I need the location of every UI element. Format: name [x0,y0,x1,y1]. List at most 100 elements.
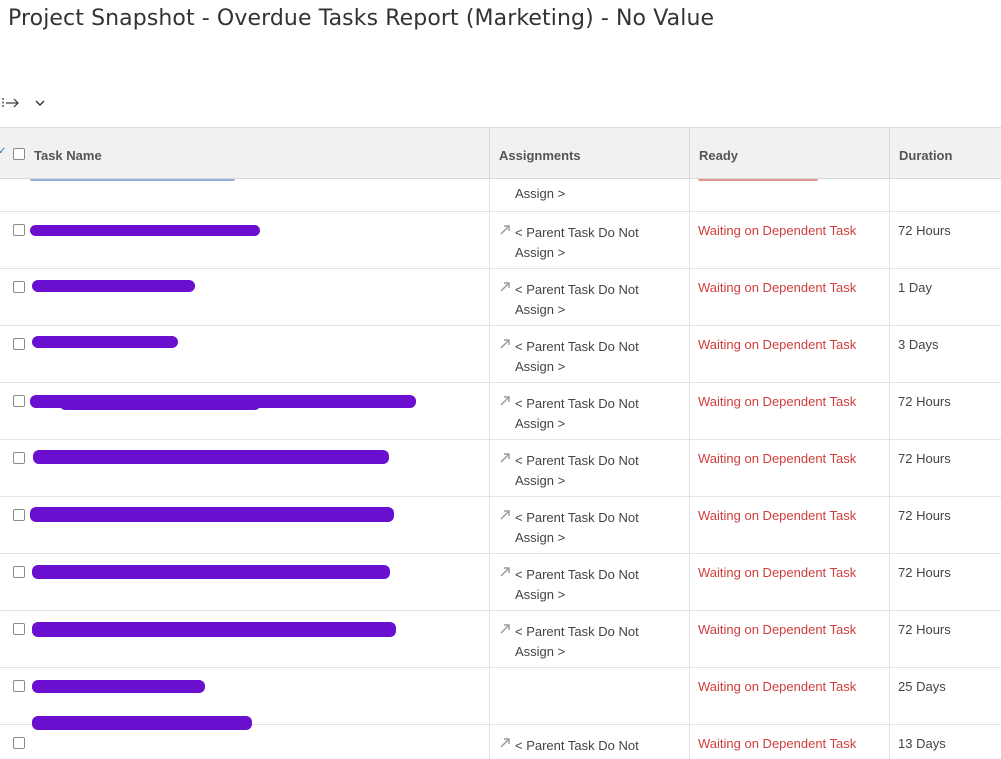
ready-status: Waiting on Dependent Task [698,451,857,466]
table-row[interactable]: Comment< Parent Task Do NotAssign >Waiti… [0,383,1001,440]
duration-value[interactable]: 72 Hours [898,394,951,409]
redaction-mark [32,565,390,579]
assign-arrow-icon [499,395,511,410]
row-checkbox[interactable] [13,395,25,407]
redaction-mark [30,225,260,236]
table-row[interactable]: < Parent Task Do Not Assign > Waiting on D… [0,326,1001,383]
duration-value[interactable]: 72 Hours [898,223,951,238]
column-header-assignments[interactable]: Assignments [489,128,689,179]
redaction-mark [32,280,195,292]
redaction-mark [33,450,389,464]
assignment-line-1: < Parent Task Do Not [515,396,639,411]
page-title: Project Snapshot - Overdue Tasks Report … [8,6,715,31]
row-checkbox[interactable] [13,281,25,293]
expand-checkmark-icon[interactable]: ✓ [0,146,6,157]
chevron-down-icon[interactable] [34,95,46,116]
redaction-mark [30,507,394,522]
row-checkbox[interactable] [13,623,25,635]
assignment-text[interactable]: < Parent Task Do Not Assign > [515,394,665,434]
assignment-line-1: < Parent Task Do Not [515,567,639,582]
toolbar [0,92,80,120]
assignment-text[interactable]: < Parent Task Do Not Assign > [515,280,665,320]
column-header-ready[interactable]: Ready [689,128,889,179]
assign-arrow-icon [499,452,511,467]
row-checkbox[interactable] [13,680,25,692]
assignment-line-2: Assign > [515,530,566,545]
row-checkbox[interactable] [13,566,25,578]
assignment-text[interactable]: < Parent Task Do Not Assign > [515,337,665,377]
row-checkbox[interactable] [13,452,25,464]
row-checkbox[interactable] [13,737,25,749]
table-row[interactable]: and< Parent Task Do NotAssign >Waiting o… [0,269,1001,326]
ready-status: Waiting on Dependent Task [698,280,857,295]
ready-status: Waiting on Dependent Task [698,337,857,352]
assignment-text[interactable]: < Parent Task Do Not Assign > [515,622,665,662]
duration-value[interactable]: 72 Hours [898,565,951,580]
table-row[interactable]: < Parent Task Do Not Assign > Waiting on D… [0,497,1001,554]
assignment-text: Assign > [515,186,566,201]
table-row[interactable]: < Parent Task Do NotAssign > Waiting on D… [0,725,1001,759]
assign-arrow-icon [499,566,511,581]
assign-arrow-icon [499,224,511,239]
task-name-fragment [30,179,235,181]
duration-value[interactable]: 3 Days [898,337,938,352]
assign-arrow-icon [499,737,511,752]
ready-status: Waiting on Dependent Task [698,622,857,637]
assignment-line-2: Assign > [515,416,566,431]
ready-status: Waiting on Dependent Task [698,223,857,238]
table-row[interactable]: < Parent Task Do Not Assign > Waiting on D… [0,554,1001,611]
assignment-line-2: Assign > [515,587,566,602]
assignment-line-1: < Parent Task Do Not [515,510,639,525]
assign-arrow-icon [499,509,511,524]
redaction-mark [60,400,260,410]
grid-header: ✓ Task Name Assignments Ready Duration [0,127,1001,179]
assignment-line-1: < Parent Task Do Not [515,453,639,468]
ready-status-fragment [698,179,818,181]
duration-value[interactable]: 25 Days [898,679,946,694]
table-row[interactable]: < Parent Task Do Not Assign > Waiting on D… [0,611,1001,668]
table-row[interactable]: Comment< Parent Task Do NotAssign >Waiti… [0,212,1001,269]
assignment-text[interactable]: < Parent Task Do Not Assign > [515,451,665,491]
grid-body: Assign > Comment< Parent Task Do NotAssi… [0,179,1001,759]
select-all-checkbox[interactable] [13,148,25,160]
assignment-line-2: Assign > [515,245,566,260]
redaction-mark [32,680,205,693]
assignment-line-1: < Parent Task Do Not [515,339,639,354]
assignment-line-2: Assign > [515,302,566,317]
assignment-text[interactable]: < Parent Task Do Not Assign > [515,223,665,263]
assign-arrow-icon [499,338,511,353]
assignment-line-2: Assign > [515,644,566,659]
duration-value[interactable]: 72 Hours [898,451,951,466]
column-header-task-name[interactable]: Task Name [25,128,489,179]
assignment-line-1: < Parent Task Do Not [515,282,639,297]
ready-status: Waiting on Dependent Task [698,565,857,580]
redaction-mark [32,336,178,348]
assign-arrow-icon [499,623,511,638]
row-checkbox[interactable] [13,224,25,236]
assignment-line-2: Assign > [515,473,566,488]
duration-value[interactable]: 13 Days [898,736,946,751]
ready-status: Waiting on Dependent Task [698,679,857,694]
table-row[interactable]: < Parent Task Do Not Assign > Waiting on D… [0,440,1001,497]
redaction-mark [32,622,396,637]
ready-status: Waiting on Dependent Task [698,508,857,523]
column-header-duration[interactable]: Duration [889,128,1001,179]
assignment-text[interactable]: < Parent Task Do Not Assign > [515,565,665,605]
redaction-mark [32,716,252,730]
assignment-text[interactable]: < Parent Task Do Not Assign > [515,508,665,548]
ready-status: Waiting on Dependent Task [698,394,857,409]
assignment-line-2: Assign > [515,359,566,374]
indent-arrow-icon[interactable] [2,95,20,116]
row-checkbox[interactable] [13,509,25,521]
duration-value[interactable]: 1 Day [898,280,932,295]
assign-arrow-icon [499,281,511,296]
assignment-text[interactable]: < Parent Task Do NotAssign > [515,736,665,759]
duration-value[interactable]: 72 Hours [898,622,951,637]
row-checkbox[interactable] [13,338,25,350]
assignment-line-1: < Parent Task Do Not [515,624,639,639]
ready-status: Waiting on Dependent Task [698,736,857,751]
table-row-partial[interactable]: Assign > [0,179,1001,212]
duration-value[interactable]: 72 Hours [898,508,951,523]
assignment-line-1: < Parent Task Do Not [515,225,639,240]
assignment-line-1: < Parent Task Do Not [515,738,639,753]
